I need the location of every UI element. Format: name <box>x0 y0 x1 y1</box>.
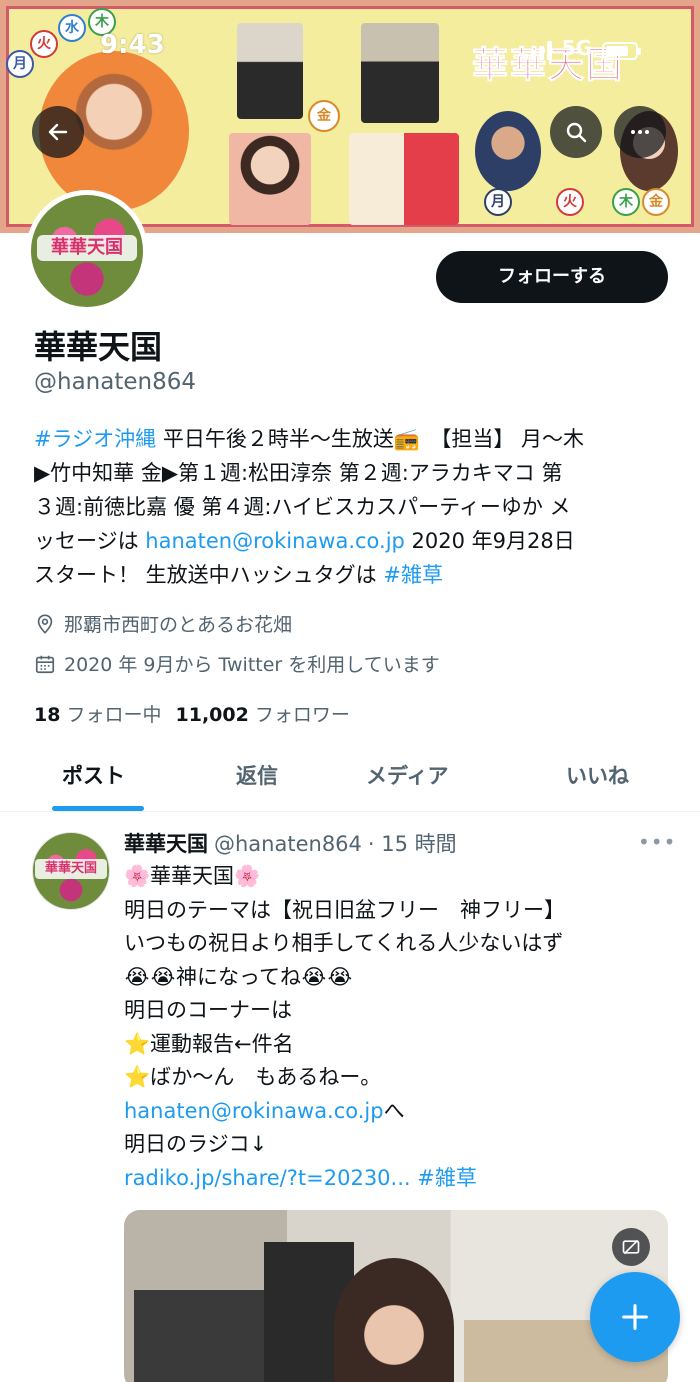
arrow-left-icon <box>48 123 68 141</box>
banner-photo <box>475 111 541 191</box>
banner-photo <box>237 23 303 119</box>
tab-likes[interactable]: いいね <box>566 760 629 790</box>
back-button[interactable] <box>32 106 84 158</box>
profile-bio: #ラジオ沖縄 平日午後２時半～生放送📻 【担当】 月～木 ▶竹中知華 金▶第１週… <box>34 422 674 592</box>
plus-icon <box>622 1304 648 1330</box>
battery-icon <box>602 42 641 60</box>
banner-photo <box>229 133 311 225</box>
tweet-timestamp[interactable]: · 15 時間 <box>368 828 457 858</box>
bio-text: ッセージは <box>34 529 146 553</box>
followers-link[interactable]: 11,002 フォロワー <box>176 700 350 727</box>
bio-text: 2020 年9月28日 <box>404 529 575 553</box>
avatar-logo-text: 華華天国 <box>35 859 107 879</box>
following-label: フォロー中 <box>66 704 162 726</box>
email-link[interactable]: hanaten@rokinawa.co.jp <box>124 1099 384 1123</box>
tweet-author-handle[interactable]: @hanaten864 <box>214 832 362 856</box>
profile-tabs: ポスト 返信 メディア いいね <box>0 744 700 812</box>
tweet-line: 華華天国 <box>150 864 234 888</box>
bio-text: 【担当】 月～木 <box>419 427 585 451</box>
image-icon <box>622 1239 640 1255</box>
tweet-header: 華華天国 @hanaten864 · 15 時間 <box>124 828 457 858</box>
bio-text: 平日午後２時半～生放送 <box>156 427 394 451</box>
bio-text: ３週:前徳比嘉 優 第４週:ハイビスカスパーティーゆか メ <box>34 495 571 519</box>
profile-join-date: 2020 年 9月から Twitter を利用しています <box>34 650 440 677</box>
signal-icon <box>522 40 552 60</box>
calendar-icon <box>35 655 55 673</box>
day-badge: 月 <box>6 50 34 78</box>
tab-replies[interactable]: 返信 <box>236 760 278 790</box>
bio-text: スタート！ 生放送中ハッシュタグは <box>34 563 384 587</box>
email-link[interactable]: hanaten@rokinawa.co.jp <box>145 529 405 553</box>
join-date-text: 2020 年 9月から Twitter を利用しています <box>64 654 440 676</box>
more-options-button[interactable] <box>614 106 666 158</box>
flower-emoji: 🌸 <box>124 864 151 888</box>
location-pin-icon <box>37 613 53 634</box>
tweet-line: 明日のラジコ↓ <box>124 1132 268 1156</box>
followers-label: フォロワー <box>254 704 350 726</box>
following-count: 18 <box>34 704 61 726</box>
banner-photo <box>361 23 439 123</box>
hashtag-link[interactable]: #雑草 <box>417 1166 477 1190</box>
crying-emoji: 😭 <box>124 964 150 989</box>
tab-posts[interactable]: ポスト <box>62 760 125 790</box>
hashtag-link[interactable]: #雑草 <box>383 563 443 587</box>
profile-avatar[interactable]: 華華天国 <box>26 190 148 312</box>
follow-counts: 18 フォロー中 11,002 フォロワー <box>34 700 350 727</box>
day-badge: 月 <box>484 188 512 216</box>
tweet-text: 🌸華華天国🌸 明日のテーマは【祝日旧盆フリー 神フリー】 いつもの祝日より相手し… <box>124 860 684 1195</box>
flower-emoji: 🌸 <box>234 864 261 888</box>
radiko-link[interactable]: radiko.jp/share/?t=20230... <box>124 1166 411 1190</box>
tweet-line: 明日のコーナーは <box>124 998 292 1022</box>
star-emoji: ⭐ <box>124 1065 151 1089</box>
tweet-media-image[interactable] <box>124 1210 668 1382</box>
hashtag-link[interactable]: #ラジオ沖縄 <box>34 427 156 451</box>
crying-emoji: 😭 <box>150 964 176 989</box>
media-sensitive-icon[interactable] <box>612 1228 650 1266</box>
crying-emoji: 😭 <box>301 964 327 989</box>
tweet-more-icon[interactable]: ••• <box>638 830 676 854</box>
day-badge: 金 <box>642 188 670 216</box>
day-badge: 火 <box>556 188 584 216</box>
compose-tweet-button[interactable] <box>590 1272 680 1362</box>
active-tab-indicator <box>52 806 144 811</box>
more-icon <box>631 130 649 134</box>
search-button[interactable] <box>550 106 602 158</box>
profile-handle: @hanaten864 <box>34 369 196 395</box>
location-text: 那覇市西町のとあるお花畑 <box>64 614 293 636</box>
tab-media[interactable]: メディア <box>366 760 449 790</box>
day-badge: 水 <box>58 14 86 42</box>
following-link[interactable]: 18 フォロー中 <box>34 700 162 727</box>
profile-location: 那覇市西町のとあるお花畑 <box>34 610 292 637</box>
day-badge: 金 <box>308 100 340 132</box>
follow-button[interactable]: フォローする <box>436 251 668 303</box>
day-badge: 木 <box>612 188 640 216</box>
tweet-author-name[interactable]: 華華天国 <box>124 828 208 858</box>
tweet-line: いつもの祝日より相手してくれる人少ないはず <box>124 931 564 955</box>
followers-count: 11,002 <box>175 704 249 726</box>
banner-photo <box>349 133 459 225</box>
tweet-line: 運動報告←件名 <box>150 1031 294 1056</box>
tweet-line: へ <box>383 1098 405 1123</box>
day-badge: 火 <box>30 30 58 58</box>
search-icon <box>566 122 587 143</box>
status-indicators: 5G <box>522 36 641 60</box>
avatar-image: 華華天国 <box>31 195 143 307</box>
profile-display-name: 華華天国 <box>34 328 163 366</box>
tweet-line: 神になってね <box>176 964 301 989</box>
bio-text: ▶竹中知華 金▶第１週:松田淳奈 第２週:アラカキマコ 第 <box>34 461 563 485</box>
radio-emoji: 📻 <box>393 427 421 451</box>
tweet-avatar[interactable]: 華華天国 <box>32 832 110 910</box>
status-time: 9:43 <box>100 30 165 60</box>
avatar-logo-text: 華華天国 <box>37 235 137 261</box>
star-emoji: ⭐ <box>124 1031 151 1056</box>
tweet-line: ばか〜ん もあるねー。 <box>150 1065 382 1089</box>
crying-emoji: 😭 <box>327 964 353 989</box>
network-label: 5G <box>561 36 592 60</box>
tweet-line: 明日のテーマは【祝日旧盆フリー 神フリー】 <box>124 897 565 922</box>
